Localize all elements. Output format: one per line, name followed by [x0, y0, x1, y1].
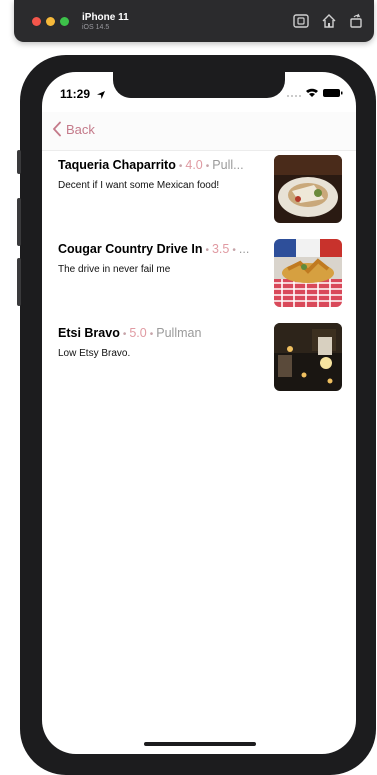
restaurant-row[interactable]: Cougar Country Drive In • 3.5 •... The driv…: [42, 234, 356, 318]
volume-down-button: [17, 258, 21, 306]
simulator-toolbar: iPhone 11 iOS 14.5: [14, 0, 374, 42]
separator-dot: •: [205, 245, 209, 256]
device-name: iPhone 11: [82, 12, 129, 23]
restaurant-city: ...: [238, 242, 250, 256]
status-indicators: [284, 86, 344, 100]
restaurant-rating: 5.0: [129, 326, 147, 340]
restaurant-photo[interactable]: [274, 323, 342, 391]
back-label: Back: [66, 121, 95, 137]
separator-dot: •: [205, 161, 210, 172]
restaurant-city: Pull...: [212, 158, 244, 172]
mute-switch: [17, 150, 21, 174]
restaurant-name: Taqueria Chaparrito: [58, 158, 176, 172]
restaurant-review: The drive in never fail me: [58, 264, 171, 275]
wifi-icon: [306, 88, 318, 97]
location-arrow-icon: [96, 87, 106, 99]
screenshot-icon[interactable]: [292, 12, 310, 30]
minimize-window-button[interactable]: [46, 17, 55, 26]
restaurant-row[interactable]: Etsi Bravo • 5.0 • Pullman Low Etsy Bravo.: [42, 318, 356, 402]
phone-screen: 11:29 Back Taqueria Chaparrito • 4.0 • Pull.…: [42, 72, 356, 754]
close-window-button[interactable]: [32, 17, 41, 26]
restaurant-review: Decent if I want some Mexican food!: [58, 180, 220, 191]
row-title: Etsi Bravo • 5.0 • Pullman: [58, 326, 270, 340]
notch: [113, 72, 285, 98]
restaurant-name: Etsi Bravo: [58, 326, 120, 340]
status-time: 11:29: [60, 87, 91, 101]
separator-dot: •: [232, 245, 236, 256]
restaurant-row[interactable]: Taqueria Chaparrito • 4.0 • Pull... Decent i…: [42, 150, 356, 234]
home-indicator[interactable]: [144, 742, 256, 746]
restaurant-name: Cougar Country Drive In: [58, 242, 203, 256]
os-version: iOS 14.5: [82, 24, 110, 31]
restaurant-list: Taqueria Chaparrito • 4.0 • Pull... Decent i…: [42, 150, 356, 402]
rotate-icon[interactable]: [347, 12, 365, 30]
restaurant-review: Low Etsy Bravo.: [58, 348, 131, 359]
separator-dot: •: [178, 161, 183, 172]
restaurant-photo[interactable]: [274, 155, 342, 223]
restaurant-city: Pullman: [156, 326, 202, 340]
row-title: Taqueria Chaparrito • 4.0 • Pull...: [58, 158, 270, 172]
restaurant-photo[interactable]: [274, 239, 342, 307]
back-button[interactable]: Back: [52, 121, 95, 137]
zoom-window-button[interactable]: [60, 17, 69, 26]
volume-up-button: [17, 198, 21, 246]
home-icon[interactable]: [320, 12, 338, 30]
separator-dot: •: [149, 329, 154, 340]
row-title: Cougar Country Drive In • 3.5 •...: [58, 242, 270, 256]
chevron-left-icon: [53, 121, 61, 137]
navigation-bar: Back: [42, 112, 356, 151]
restaurant-rating: 4.0: [185, 158, 203, 172]
battery-icon: [323, 89, 343, 97]
separator-dot: •: [122, 329, 127, 340]
signal-icon: [287, 95, 301, 97]
restaurant-rating: 3.5: [211, 242, 230, 256]
